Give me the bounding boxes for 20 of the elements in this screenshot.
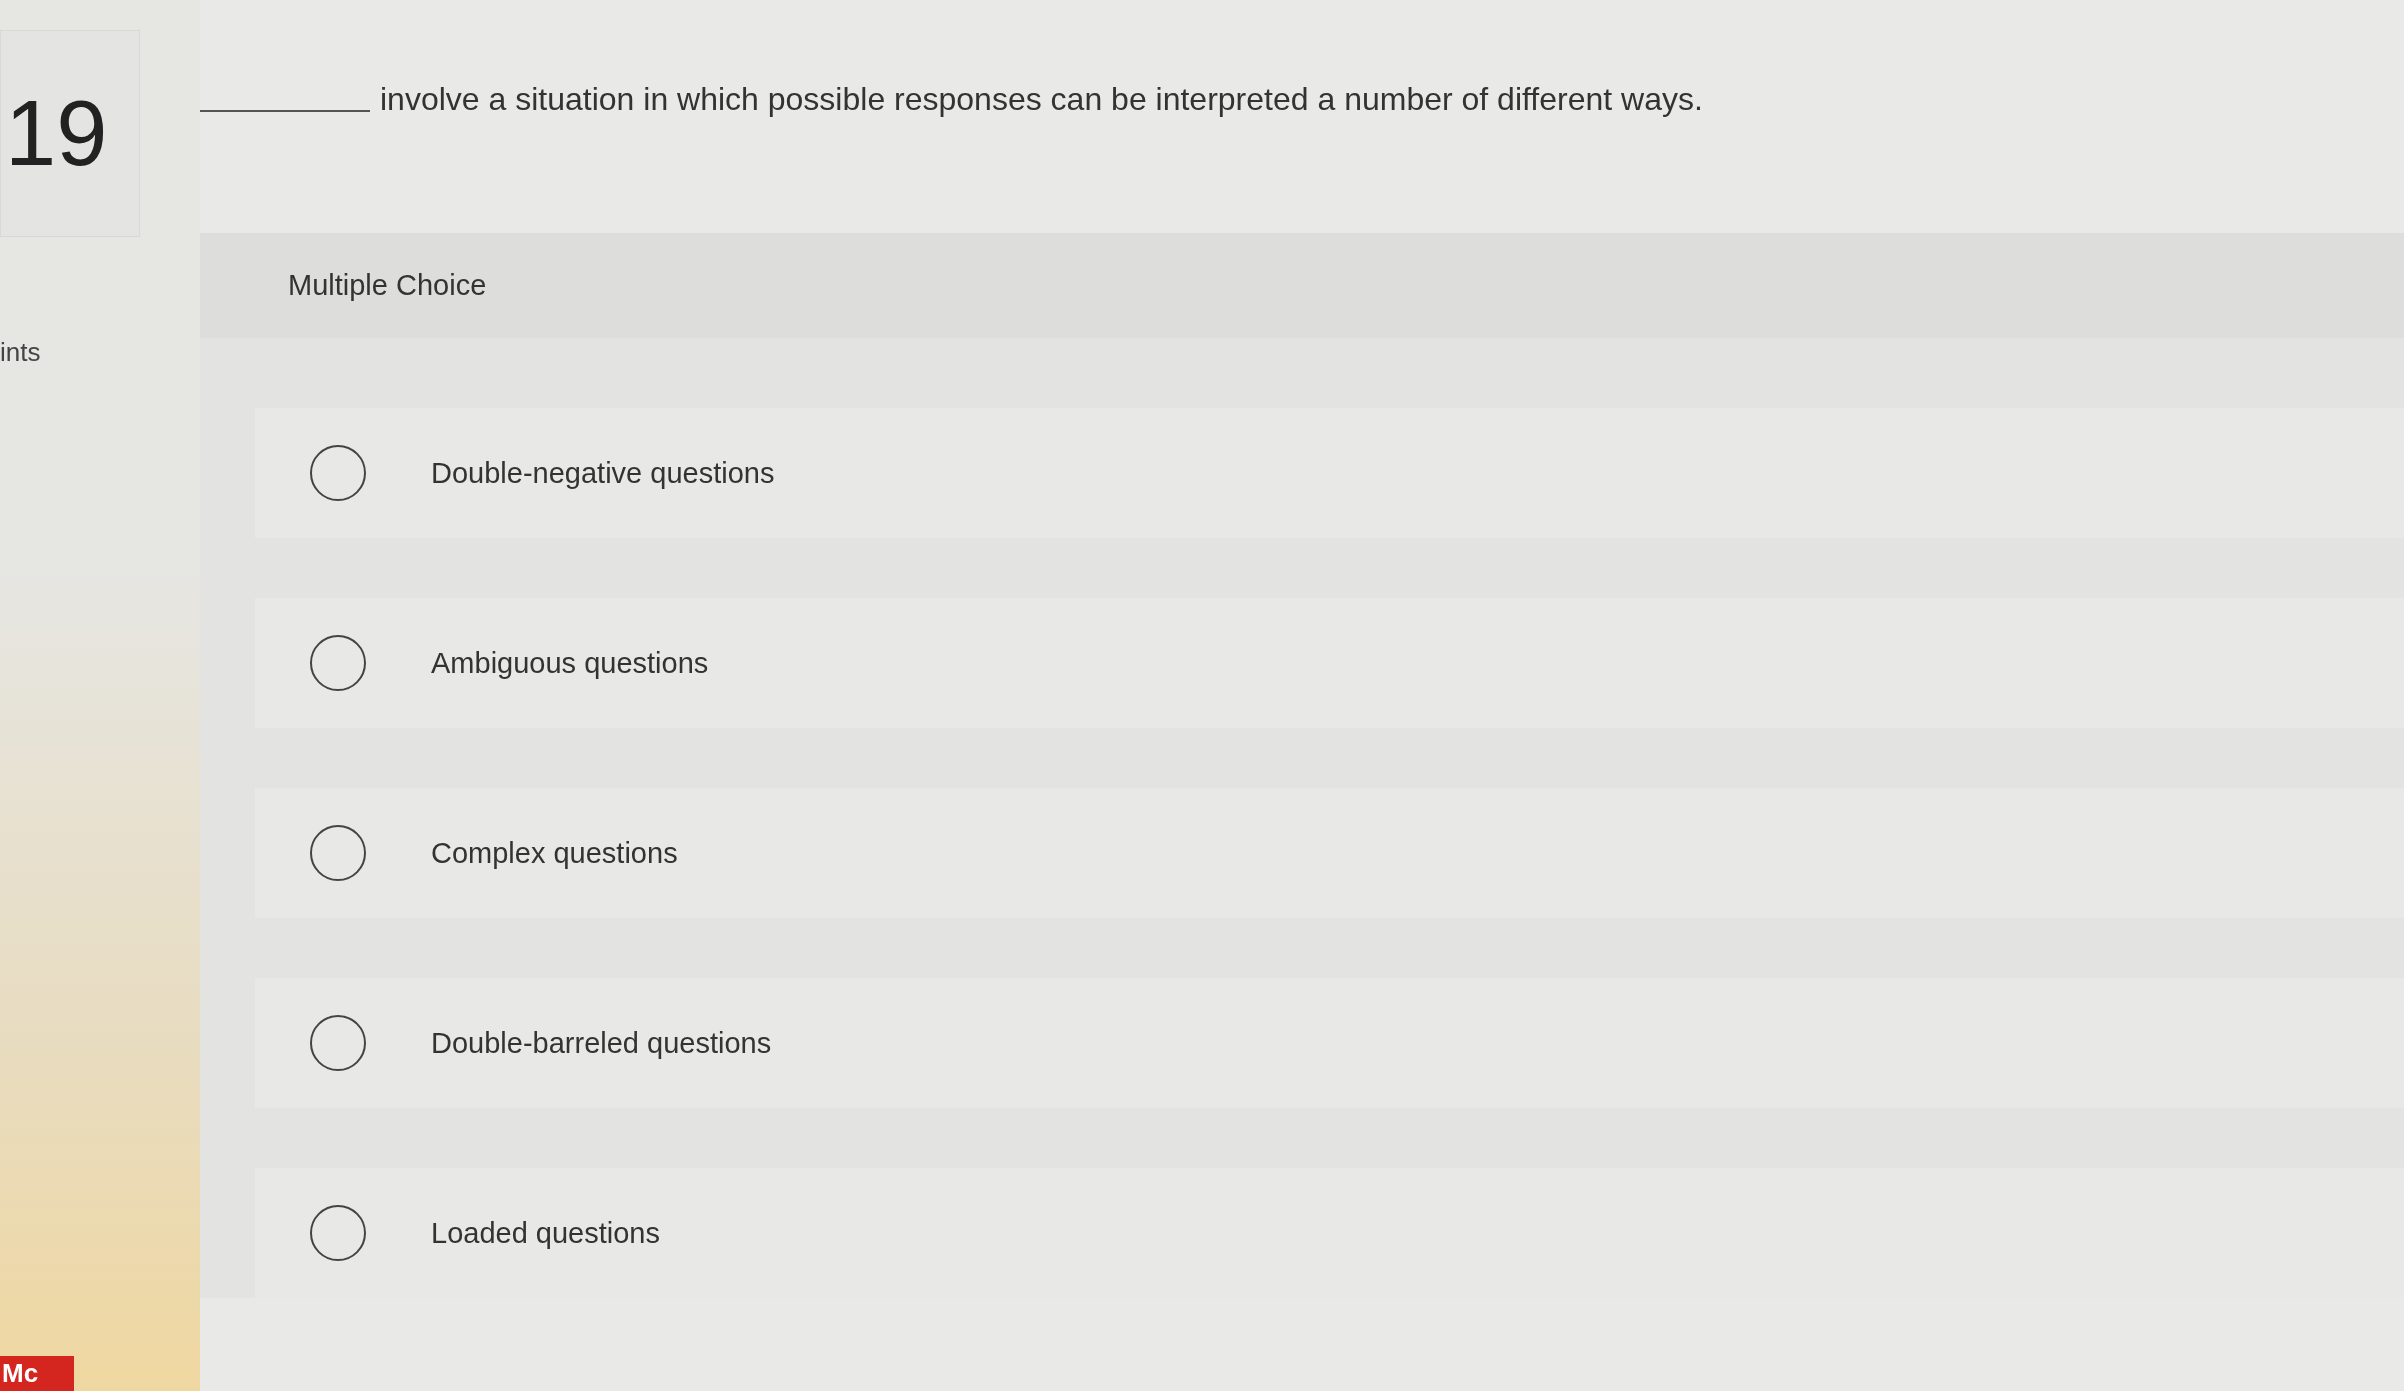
question-type-label: Multiple Choice <box>288 269 487 302</box>
option-label: Loaded questions <box>431 1216 660 1250</box>
question-number: 19 <box>5 81 108 186</box>
answer-option[interactable]: Complex questions <box>255 788 2404 918</box>
answer-option[interactable]: Ambiguous questions <box>255 598 2404 728</box>
option-label: Complex questions <box>431 836 678 870</box>
logo-badge: Mc <box>0 1356 74 1391</box>
radio-button[interactable] <box>310 1205 366 1261</box>
question-text: involve a situation in which possible responses can be interpreted a number of different ways. <box>380 81 1703 118</box>
answer-option[interactable]: Double-barreled questions <box>255 978 2404 1108</box>
points-label: ints <box>0 337 42 368</box>
answer-option[interactable]: Loaded questions <box>255 1168 2404 1298</box>
radio-button[interactable] <box>310 635 366 691</box>
answer-option[interactable]: Double-negative questions <box>255 408 2404 538</box>
radio-button[interactable] <box>310 445 366 501</box>
option-label: Ambiguous questions <box>431 646 709 680</box>
option-label: Double-negative questions <box>431 456 775 490</box>
radio-button[interactable] <box>310 1015 366 1071</box>
option-label: Double-barreled questions <box>431 1026 772 1060</box>
radio-button[interactable] <box>310 825 366 881</box>
